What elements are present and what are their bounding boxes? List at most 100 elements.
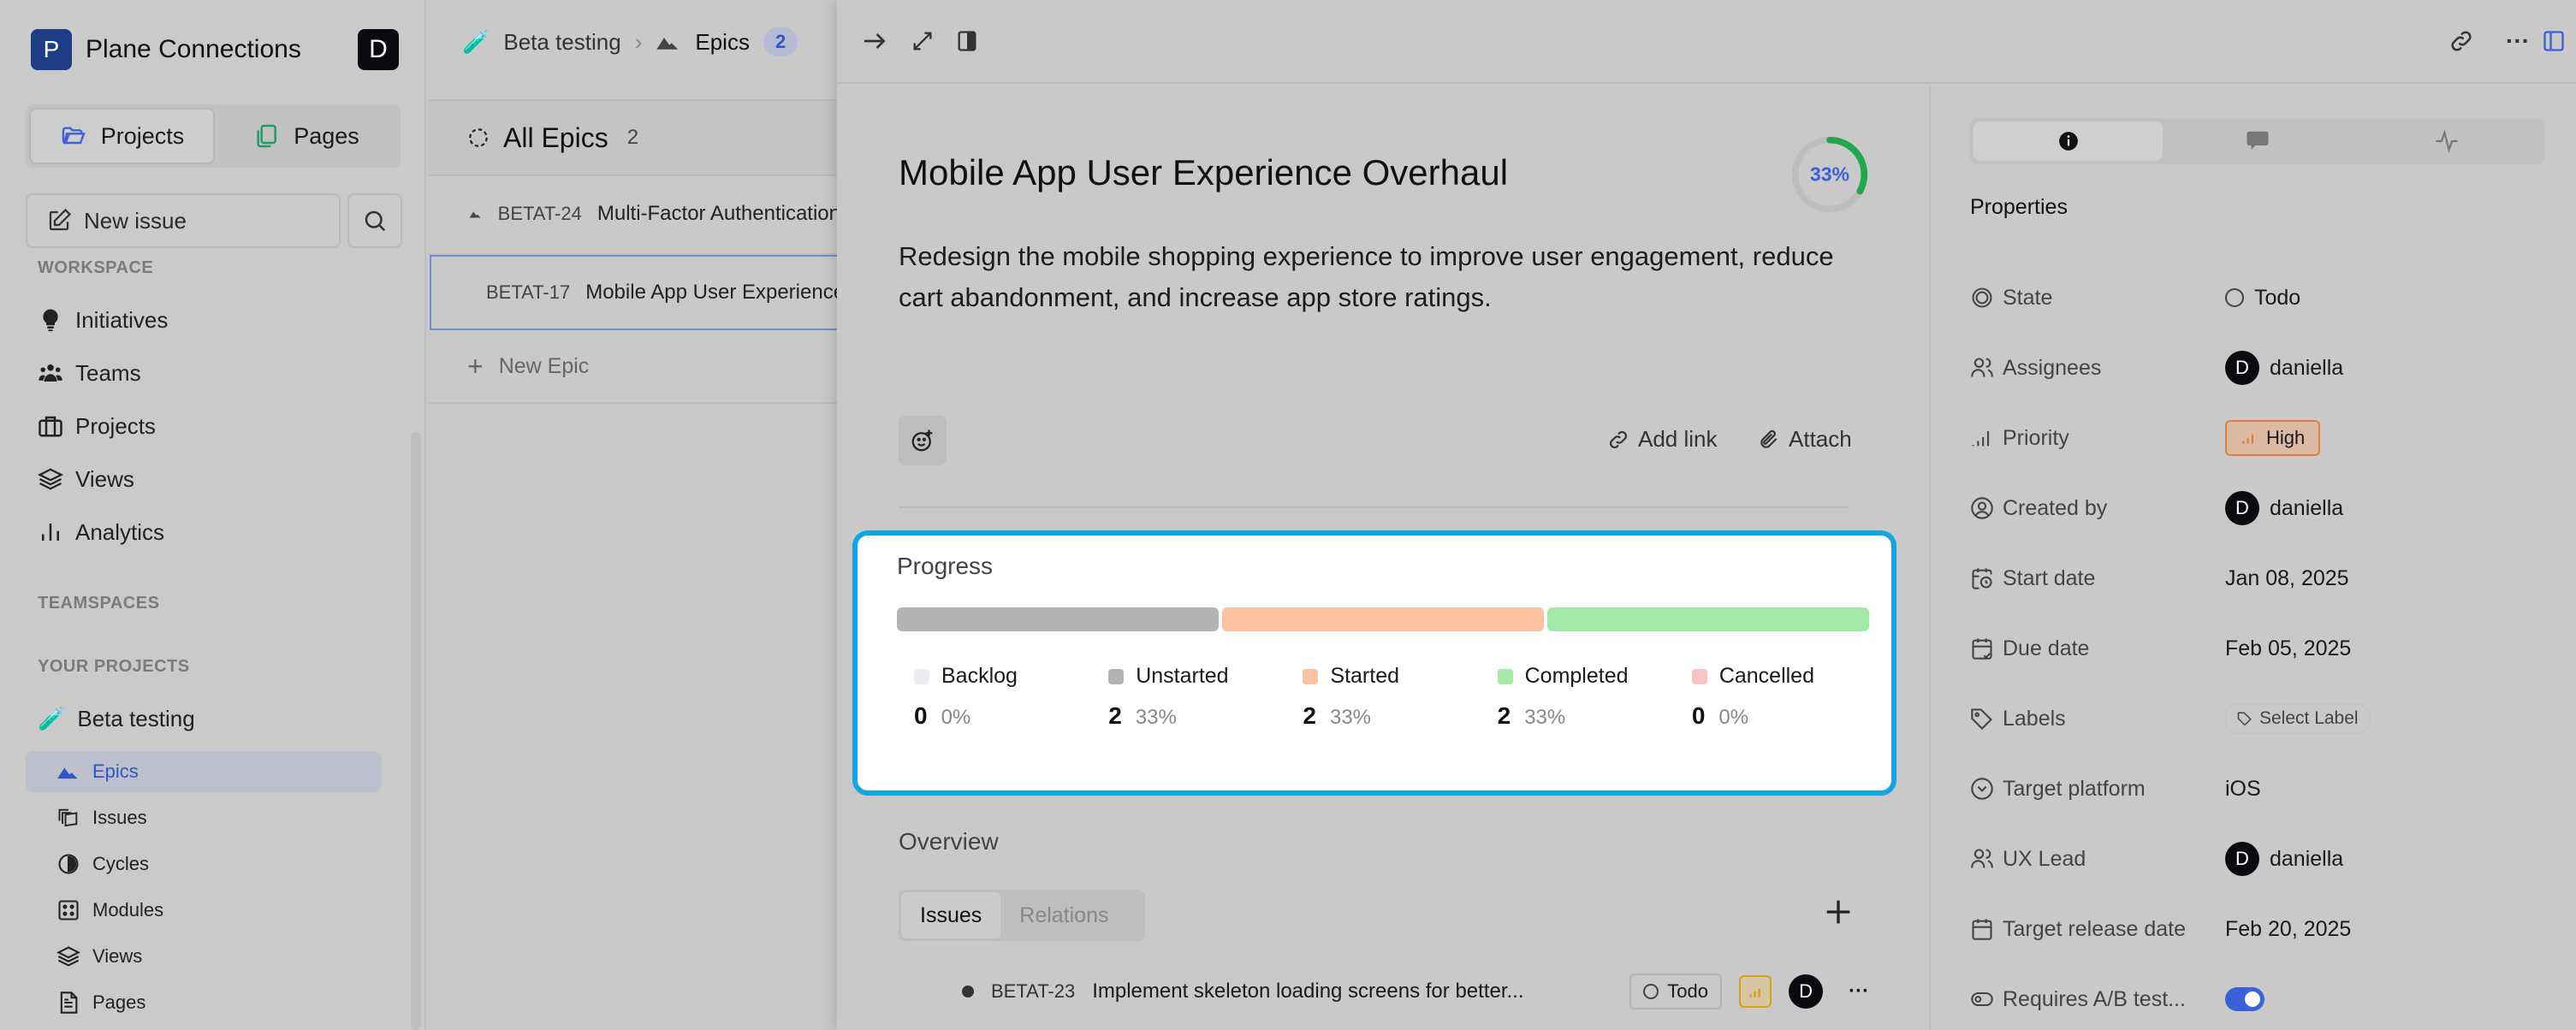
add-reaction-button[interactable]: [899, 416, 947, 465]
group-title: All Epics: [503, 121, 608, 153]
legend-item-cancelled: Cancelled 0 0%: [1691, 664, 1886, 730]
user-name: daniella: [2270, 846, 2344, 871]
priority-badge: High: [2225, 420, 2321, 456]
toggle-icon: [1971, 992, 1993, 1007]
tab-info[interactable]: [1974, 121, 2163, 161]
legend-value: 2 33%: [1303, 702, 1497, 730]
label-placeholder: Select Label: [2259, 708, 2359, 728]
property-value-control[interactable]: Todo: [2225, 286, 2300, 311]
sidebar-item-cycles[interactable]: Cycles: [26, 844, 381, 885]
legend-percent: 33%: [1329, 706, 1372, 729]
sidebar-item-modules[interactable]: Modules: [26, 890, 381, 931]
property-value-control[interactable]: iOS: [2225, 777, 2261, 802]
legend-head: Backlog: [914, 664, 1108, 689]
sidebar-item-label: Initiatives: [75, 306, 169, 333]
sidebar-scrollbar[interactable]: [411, 432, 421, 1030]
tab-comments[interactable]: [2163, 121, 2352, 161]
sidebar-item-analytics[interactable]: Analytics: [38, 515, 164, 549]
sidebar-item-views-project[interactable]: Views: [26, 936, 381, 977]
peek-toolbar: ···: [837, 0, 2576, 84]
property-label-text: Priority: [2003, 425, 2069, 450]
sidebar-item-views[interactable]: Views: [38, 462, 134, 496]
issue-priority-button[interactable]: [1739, 975, 1772, 1008]
tab-projects[interactable]: Projects: [29, 108, 215, 164]
property-value-control[interactable]: Ddaniella: [2225, 351, 2343, 385]
breadcrumb-project[interactable]: Beta testing: [503, 29, 620, 56]
project-beta-testing[interactable]: 🧪 Beta testing: [38, 701, 195, 736]
property-value-control[interactable]: [2225, 987, 2264, 1011]
property-value-control[interactable]: Feb 05, 2025: [2225, 636, 2351, 661]
property-value-control[interactable]: Ddaniella: [2225, 491, 2343, 525]
search-button[interactable]: [347, 193, 402, 248]
sidebar-item-pages[interactable]: Pages: [26, 982, 381, 1023]
todo-circle-icon: [1643, 984, 1659, 999]
property-target-platform: Target platform iOS: [1970, 770, 2552, 808]
side-peek-button[interactable]: [952, 26, 982, 56]
progress-bar: [897, 607, 1869, 631]
epic-icon: [656, 38, 679, 50]
new-issue-button[interactable]: New issue: [26, 193, 341, 248]
legend-percent: 0%: [941, 706, 971, 729]
tab-relations[interactable]: Relations: [1000, 892, 1127, 938]
property-value-control[interactable]: Ddaniella: [2225, 842, 2343, 876]
more-options-button[interactable]: ···: [2502, 26, 2533, 56]
add-issue-icon[interactable]: [1821, 895, 1855, 929]
progress-title: Progress: [897, 553, 994, 579]
issue-row[interactable]: BETAT-23 Implement skeleton loading scre…: [962, 970, 1869, 1013]
toggle-sidebar-button[interactable]: [2538, 26, 2569, 56]
copy-link-button[interactable]: [2446, 26, 2477, 56]
workspace-section-label: WORKSPACE: [38, 258, 154, 277]
issue-assignee-avatar[interactable]: D: [1789, 974, 1824, 1009]
plus-icon: +: [467, 351, 484, 382]
property-label-text: Target platform: [2003, 776, 2146, 801]
close-peek-button[interactable]: [859, 26, 890, 56]
breadcrumb-section[interactable]: Epics: [695, 29, 750, 56]
sidebar-panel-icon: [2543, 31, 2564, 51]
tab-activity[interactable]: [2353, 121, 2542, 161]
property-label: Priority: [1970, 426, 2225, 451]
sidebar-item-initiatives[interactable]: Initiatives: [38, 303, 168, 337]
property-label-text: Assignees: [2003, 355, 2102, 380]
epic-title[interactable]: Mobile App User Experience Overhaul: [899, 152, 1508, 193]
expand-button[interactable]: [907, 26, 938, 56]
sidebar-item-label: Views: [75, 465, 134, 492]
priority-value: High: [2266, 427, 2306, 448]
property-value-control[interactable]: Jan 08, 2025: [2225, 566, 2349, 591]
legend-head: Unstarted: [1108, 664, 1303, 689]
your-projects-section-label: YOUR PROJECTS: [38, 657, 190, 676]
property-value-control[interactable]: High: [2225, 420, 2321, 456]
add-link-button[interactable]: Add link: [1607, 426, 1718, 453]
properties-column: Properties State Todo Assignees Ddaniella Pr…: [1932, 86, 2576, 1030]
users-icon: [1971, 358, 1993, 377]
new-epic-label: New Epic: [498, 354, 590, 378]
new-epic-button[interactable]: + New Epic: [467, 351, 589, 382]
legend-percent: 33%: [1524, 706, 1566, 729]
workspace-header[interactable]: P Plane Connections D: [31, 29, 399, 70]
tab-pages-label: Pages: [294, 122, 359, 149]
attach-button[interactable]: Attach: [1758, 426, 1852, 453]
epic-description[interactable]: Redesign the mobile shopping experience …: [899, 236, 1883, 318]
group-header[interactable]: All Epics 2: [428, 101, 839, 175]
issue-more-icon[interactable]: ···: [1849, 980, 1869, 1003]
tab-issues[interactable]: Issues: [901, 892, 1001, 938]
property-value-control[interactable]: Select Label: [2225, 703, 2371, 734]
test-tube-icon: 🧪: [462, 28, 490, 55]
sidebar-item-teams[interactable]: Teams: [38, 356, 141, 390]
user-avatar[interactable]: D: [358, 29, 399, 70]
sidebar-item-epics[interactable]: Epics: [26, 751, 381, 792]
tab-pages[interactable]: Pages: [215, 108, 397, 164]
sidebar-item-projects[interactable]: Projects: [38, 409, 156, 443]
issue-state-dropdown[interactable]: Todo: [1629, 974, 1723, 1009]
epic-row-selected[interactable]: BETAT-17 Mobile App User Experience Over…: [430, 255, 840, 330]
avatar: D: [2225, 491, 2259, 525]
sidebar-item-label: Modules: [92, 899, 164, 920]
lightbulb-icon: [43, 309, 58, 332]
progress-segment-unstarted: [897, 607, 1219, 631]
epic-row[interactable]: BETAT-24 Multi-Factor Authentication: [430, 176, 840, 252]
users-icon: [1971, 849, 1993, 868]
property-value-control[interactable]: Feb 20, 2025: [2225, 917, 2351, 942]
sidebar-item-issues[interactable]: Issues: [26, 797, 381, 838]
dashed-circle-icon: [469, 128, 488, 147]
user-circle-icon: [1971, 497, 1993, 519]
property-label-text: State: [2003, 285, 2053, 310]
